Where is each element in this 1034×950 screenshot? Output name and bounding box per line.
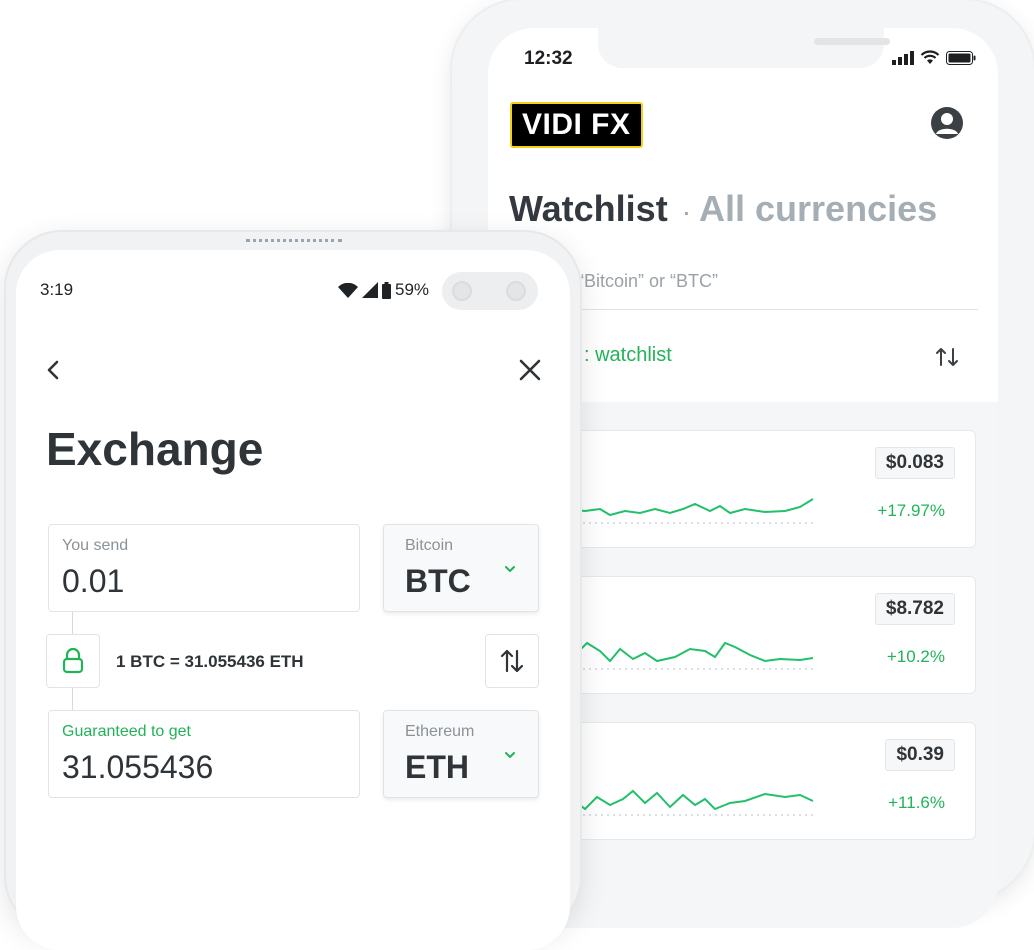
camera-cutout [442,272,538,310]
chevron-down-icon [505,566,515,572]
send-currency-select[interactable]: Bitcoin BTC [383,524,539,612]
status-time: 12:32 [524,48,573,69]
exchange-phone: 3:19 59% Exchange You send 0.01 Bitcoin … [6,232,580,950]
close-icon[interactable] [518,358,542,382]
exchange-screen: 3:19 59% Exchange You send 0.01 Bitcoin … [16,250,570,950]
receive-currency-name: Ethereum [405,723,475,740]
receive-currency-select[interactable]: Ethereum ETH [383,710,539,798]
currency-card[interactable]: $0.083 +17.97% [564,430,976,548]
sparkline-chart [565,789,815,816]
status-icons: 59% [338,280,429,300]
price-badge: $0.39 [885,739,955,771]
receive-amount-field[interactable]: Guaranteed to get 31.055436 [48,710,360,798]
send-amount-label: You send [62,537,129,554]
vidi-fx-logo: VIDI FX [510,102,643,148]
wifi-icon [338,282,358,298]
chevron-left-icon[interactable] [42,358,66,382]
change-percent: +17.97% [877,501,945,520]
signal-icon [892,50,914,65]
search-underline [578,309,978,310]
connector-line [72,612,73,634]
price-badge: $8.782 [874,593,955,625]
signal-icon [362,282,378,298]
currency-card[interactable]: $0.39 +11.6% [564,722,976,840]
status-time: 3:19 [40,280,74,299]
receive-amount-value[interactable]: 31.055436 [62,749,213,786]
phone-notch [598,28,890,68]
change-percent: +10.2% [886,647,945,666]
profile-icon[interactable] [930,106,964,140]
front-sensor [506,281,526,301]
price-badge: $0.083 [874,447,955,479]
wifi-icon [920,50,940,64]
sparkline-chart [565,498,815,524]
receive-amount-label: Guaranteed to get [62,723,191,740]
page-title: Exchange [46,423,264,475]
speaker-grille [814,38,890,45]
connector-line [72,688,73,710]
status-icons [892,50,976,65]
currency-card[interactable]: $8.782 +10.2% [564,576,976,694]
exchange-rate: 1 BTC = 31.055436 ETH [116,652,304,671]
lock-icon [62,647,84,674]
swap-button[interactable] [485,634,539,688]
send-currency-code: BTC [405,563,471,599]
search-input[interactable]: “Bitcoin” or “BTC” [578,271,718,292]
sort-icon[interactable] [934,344,960,370]
send-amount-value[interactable]: 0.01 [62,563,124,600]
title-separator: · [681,196,692,227]
battery-percent: 59% [395,280,430,299]
send-amount-field[interactable]: You send 0.01 [48,524,360,612]
chevron-down-icon [505,752,515,758]
earpiece-grille [246,239,342,245]
battery-icon [382,281,391,299]
tab-watchlist[interactable]: Watchlist [509,188,668,229]
edit-watchlist-link[interactable]: : watchlist [584,344,672,367]
rate-lock-button[interactable] [46,634,100,688]
sparkline-chart [565,641,815,670]
receive-currency-code: ETH [405,749,469,785]
send-currency-name: Bitcoin [405,537,454,554]
swap-icon [500,649,524,673]
watchlist-header: Watchlist · All currencies [509,188,937,230]
battery-icon [946,50,976,65]
front-camera [452,281,472,301]
change-percent: +11.6% [888,793,945,812]
tab-all-currencies[interactable]: All currencies [699,188,937,229]
